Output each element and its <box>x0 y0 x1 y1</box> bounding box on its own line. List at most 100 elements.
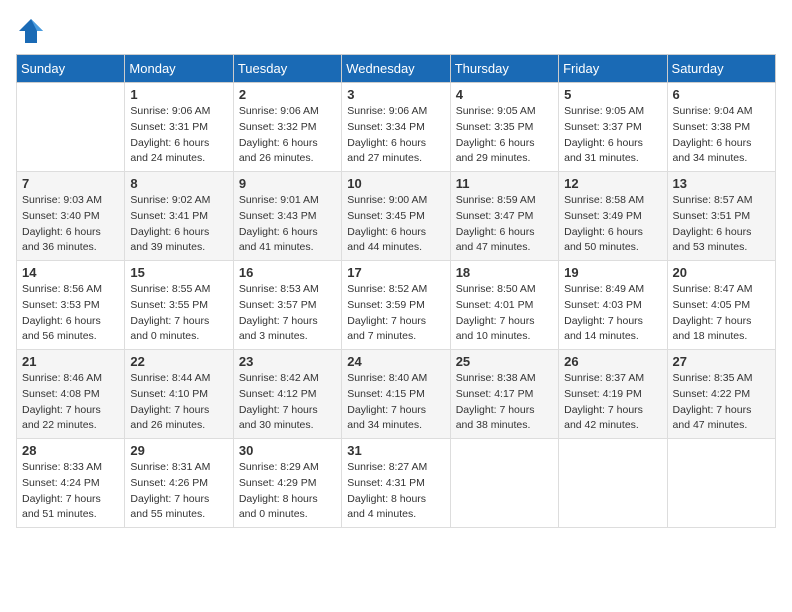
day-number: 3 <box>347 87 444 102</box>
sunrise-text: Sunrise: 9:01 AM <box>239 194 319 206</box>
daylight-text: Daylight: 6 hours and 27 minutes. <box>347 137 426 165</box>
day-number: 16 <box>239 265 336 280</box>
logo-icon <box>16 16 46 46</box>
day-number: 4 <box>456 87 553 102</box>
daylight-text: Daylight: 7 hours and 47 minutes. <box>673 404 752 432</box>
calendar-cell: 8 Sunrise: 9:02 AM Sunset: 3:41 PM Dayli… <box>125 172 233 261</box>
sunrise-text: Sunrise: 8:50 AM <box>456 283 536 295</box>
sunset-text: Sunset: 3:59 PM <box>347 299 425 311</box>
calendar-cell: 12 Sunrise: 8:58 AM Sunset: 3:49 PM Dayl… <box>559 172 667 261</box>
calendar-cell: 2 Sunrise: 9:06 AM Sunset: 3:32 PM Dayli… <box>233 83 341 172</box>
daylight-text: Daylight: 7 hours and 30 minutes. <box>239 404 318 432</box>
day-number: 29 <box>130 443 227 458</box>
daylight-text: Daylight: 7 hours and 38 minutes. <box>456 404 535 432</box>
day-info: Sunrise: 9:04 AM Sunset: 3:38 PM Dayligh… <box>673 104 770 167</box>
day-number: 25 <box>456 354 553 369</box>
sunset-text: Sunset: 4:22 PM <box>673 388 751 400</box>
sunrise-text: Sunrise: 9:00 AM <box>347 194 427 206</box>
calendar-cell: 31 Sunrise: 8:27 AM Sunset: 4:31 PM Dayl… <box>342 439 450 528</box>
sunset-text: Sunset: 3:45 PM <box>347 210 425 222</box>
daylight-text: Daylight: 6 hours and 26 minutes. <box>239 137 318 165</box>
sunrise-text: Sunrise: 9:06 AM <box>130 105 210 117</box>
daylight-text: Daylight: 7 hours and 55 minutes. <box>130 493 209 521</box>
sunset-text: Sunset: 3:41 PM <box>130 210 208 222</box>
day-number: 23 <box>239 354 336 369</box>
logo <box>16 16 50 46</box>
calendar-cell: 19 Sunrise: 8:49 AM Sunset: 4:03 PM Dayl… <box>559 261 667 350</box>
sunrise-text: Sunrise: 8:27 AM <box>347 461 427 473</box>
day-number: 8 <box>130 176 227 191</box>
sunset-text: Sunset: 3:40 PM <box>22 210 100 222</box>
weekday-thursday: Thursday <box>450 55 558 83</box>
sunset-text: Sunset: 3:47 PM <box>456 210 534 222</box>
day-info: Sunrise: 8:49 AM Sunset: 4:03 PM Dayligh… <box>564 282 661 345</box>
day-number: 28 <box>22 443 119 458</box>
daylight-text: Daylight: 6 hours and 53 minutes. <box>673 226 752 254</box>
day-number: 30 <box>239 443 336 458</box>
calendar-cell: 29 Sunrise: 8:31 AM Sunset: 4:26 PM Dayl… <box>125 439 233 528</box>
weekday-wednesday: Wednesday <box>342 55 450 83</box>
day-number: 14 <box>22 265 119 280</box>
sunrise-text: Sunrise: 8:31 AM <box>130 461 210 473</box>
day-info: Sunrise: 8:29 AM Sunset: 4:29 PM Dayligh… <box>239 460 336 523</box>
sunrise-text: Sunrise: 9:03 AM <box>22 194 102 206</box>
day-info: Sunrise: 8:44 AM Sunset: 4:10 PM Dayligh… <box>130 371 227 434</box>
week-row-2: 7 Sunrise: 9:03 AM Sunset: 3:40 PM Dayli… <box>17 172 776 261</box>
sunrise-text: Sunrise: 8:58 AM <box>564 194 644 206</box>
daylight-text: Daylight: 6 hours and 47 minutes. <box>456 226 535 254</box>
calendar-cell: 5 Sunrise: 9:05 AM Sunset: 3:37 PM Dayli… <box>559 83 667 172</box>
calendar-cell: 22 Sunrise: 8:44 AM Sunset: 4:10 PM Dayl… <box>125 350 233 439</box>
daylight-text: Daylight: 7 hours and 51 minutes. <box>22 493 101 521</box>
daylight-text: Daylight: 7 hours and 18 minutes. <box>673 315 752 343</box>
day-info: Sunrise: 9:06 AM Sunset: 3:34 PM Dayligh… <box>347 104 444 167</box>
daylight-text: Daylight: 6 hours and 34 minutes. <box>673 137 752 165</box>
day-info: Sunrise: 9:03 AM Sunset: 3:40 PM Dayligh… <box>22 193 119 256</box>
daylight-text: Daylight: 6 hours and 24 minutes. <box>130 137 209 165</box>
weekday-friday: Friday <box>559 55 667 83</box>
sunset-text: Sunset: 3:51 PM <box>673 210 751 222</box>
sunrise-text: Sunrise: 9:04 AM <box>673 105 753 117</box>
weekday-row: SundayMondayTuesdayWednesdayThursdayFrid… <box>17 55 776 83</box>
day-info: Sunrise: 8:33 AM Sunset: 4:24 PM Dayligh… <box>22 460 119 523</box>
daylight-text: Daylight: 8 hours and 4 minutes. <box>347 493 426 521</box>
sunrise-text: Sunrise: 8:33 AM <box>22 461 102 473</box>
day-info: Sunrise: 8:53 AM Sunset: 3:57 PM Dayligh… <box>239 282 336 345</box>
calendar-cell <box>667 439 775 528</box>
daylight-text: Daylight: 7 hours and 22 minutes. <box>22 404 101 432</box>
sunrise-text: Sunrise: 8:57 AM <box>673 194 753 206</box>
calendar-cell: 9 Sunrise: 9:01 AM Sunset: 3:43 PM Dayli… <box>233 172 341 261</box>
sunrise-text: Sunrise: 8:42 AM <box>239 372 319 384</box>
page-header <box>16 16 776 46</box>
weekday-monday: Monday <box>125 55 233 83</box>
weekday-saturday: Saturday <box>667 55 775 83</box>
sunrise-text: Sunrise: 8:46 AM <box>22 372 102 384</box>
calendar-cell: 27 Sunrise: 8:35 AM Sunset: 4:22 PM Dayl… <box>667 350 775 439</box>
calendar-cell: 30 Sunrise: 8:29 AM Sunset: 4:29 PM Dayl… <box>233 439 341 528</box>
calendar-cell <box>17 83 125 172</box>
daylight-text: Daylight: 6 hours and 50 minutes. <box>564 226 643 254</box>
day-info: Sunrise: 8:27 AM Sunset: 4:31 PM Dayligh… <box>347 460 444 523</box>
sunset-text: Sunset: 4:08 PM <box>22 388 100 400</box>
calendar-cell: 13 Sunrise: 8:57 AM Sunset: 3:51 PM Dayl… <box>667 172 775 261</box>
day-info: Sunrise: 8:57 AM Sunset: 3:51 PM Dayligh… <box>673 193 770 256</box>
day-info: Sunrise: 8:52 AM Sunset: 3:59 PM Dayligh… <box>347 282 444 345</box>
day-info: Sunrise: 9:06 AM Sunset: 3:31 PM Dayligh… <box>130 104 227 167</box>
day-info: Sunrise: 9:02 AM Sunset: 3:41 PM Dayligh… <box>130 193 227 256</box>
sunrise-text: Sunrise: 8:49 AM <box>564 283 644 295</box>
day-info: Sunrise: 8:31 AM Sunset: 4:26 PM Dayligh… <box>130 460 227 523</box>
sunrise-text: Sunrise: 9:05 AM <box>564 105 644 117</box>
sunrise-text: Sunrise: 9:05 AM <box>456 105 536 117</box>
calendar-cell: 10 Sunrise: 9:00 AM Sunset: 3:45 PM Dayl… <box>342 172 450 261</box>
day-info: Sunrise: 8:59 AM Sunset: 3:47 PM Dayligh… <box>456 193 553 256</box>
calendar-cell <box>450 439 558 528</box>
daylight-text: Daylight: 6 hours and 39 minutes. <box>130 226 209 254</box>
sunrise-text: Sunrise: 8:44 AM <box>130 372 210 384</box>
week-row-3: 14 Sunrise: 8:56 AM Sunset: 3:53 PM Dayl… <box>17 261 776 350</box>
calendar-cell: 3 Sunrise: 9:06 AM Sunset: 3:34 PM Dayli… <box>342 83 450 172</box>
calendar-cell: 1 Sunrise: 9:06 AM Sunset: 3:31 PM Dayli… <box>125 83 233 172</box>
sunset-text: Sunset: 4:19 PM <box>564 388 642 400</box>
day-number: 15 <box>130 265 227 280</box>
day-number: 9 <box>239 176 336 191</box>
day-info: Sunrise: 9:05 AM Sunset: 3:37 PM Dayligh… <box>564 104 661 167</box>
sunset-text: Sunset: 4:15 PM <box>347 388 425 400</box>
